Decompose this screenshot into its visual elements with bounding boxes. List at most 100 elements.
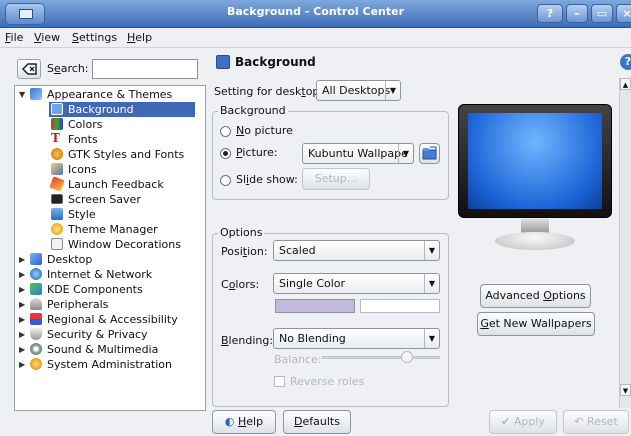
help-button[interactable]: ◐ Help [212, 410, 276, 434]
new-wallpapers-text: et New Wallpapers [488, 317, 592, 330]
apply-button[interactable]: ✔ Apply [489, 410, 557, 434]
blending-label: Blending: [221, 334, 273, 347]
menu-view-label: iew [41, 31, 61, 44]
balance-slider-track[interactable] [322, 356, 440, 359]
blending-text: lending: [228, 334, 274, 347]
collapsed-arrow-icon[interactable]: ▶ [19, 267, 25, 282]
defaults-text: efaults [302, 415, 340, 428]
tree-label: Internet & Network [47, 268, 153, 281]
tree-item-appearance-themes[interactable]: ▼ Appearance & Themes [15, 87, 205, 102]
collapsed-arrow-icon[interactable]: ▶ [19, 312, 25, 327]
reverse-roles-checkbox[interactable] [274, 376, 285, 387]
menu-help[interactable]: Help [127, 31, 152, 44]
menu-settings[interactable]: Settings [72, 31, 117, 44]
scroll-down-icon[interactable]: ▼ [620, 384, 631, 396]
reset-text: Reset [586, 415, 618, 428]
help-window-button[interactable]: ? [537, 4, 563, 23]
desktop-label-pre: Setting for desk [214, 85, 302, 98]
defaults-button[interactable]: Defaults [283, 410, 351, 434]
style-icon [51, 208, 63, 220]
title-bar[interactable]: Background - Control Center ? – ▭ × [0, 0, 631, 28]
collapsed-arrow-icon[interactable]: ▶ [19, 252, 25, 267]
system-administration-icon [30, 358, 42, 370]
color2-swatch[interactable] [360, 299, 440, 313]
tree-label: Launch Feedback [68, 178, 164, 191]
page-title: Background [235, 55, 316, 69]
background-group-title: Background [218, 104, 288, 117]
get-new-wallpapers-button[interactable]: Get New Wallpapers [477, 312, 595, 336]
window-decorations-icon [51, 238, 63, 250]
maximize-button[interactable]: ▭ [591, 4, 613, 23]
vertical-scrollbar[interactable]: ▲ ▼ [619, 78, 631, 408]
security-icon [30, 328, 42, 340]
launch-feedback-icon [49, 176, 65, 192]
collapsed-arrow-icon[interactable]: ▶ [19, 297, 25, 312]
position-label: Position: [221, 245, 268, 258]
regional-icon [30, 313, 42, 325]
tree-label: KDE Components [47, 283, 143, 296]
no-picture-text: o picture [244, 124, 293, 137]
position-select[interactable]: Scaled ▼ [273, 240, 440, 261]
menu-bar: File View Settings Help [0, 28, 631, 48]
no-picture-radio[interactable] [220, 126, 231, 137]
tree-label: Screen Saver [68, 193, 141, 206]
open-file-button[interactable] [419, 143, 440, 164]
desktop-select[interactable]: All Desktops ▼ [316, 80, 401, 101]
help-text: elp [246, 415, 264, 428]
collapsed-arrow-icon[interactable]: ▶ [19, 357, 25, 372]
tree-label: System Administration [47, 358, 173, 371]
slideshow-label[interactable]: Slide show: [236, 173, 298, 186]
icons-icon [51, 163, 63, 175]
search-input[interactable] [92, 59, 198, 79]
no-picture-label[interactable]: No picture [236, 124, 293, 137]
collapsed-arrow-icon[interactable]: ▶ [19, 342, 25, 357]
collapsed-arrow-icon[interactable]: ▶ [19, 327, 25, 342]
whats-this-help-icon[interactable]: ? [620, 54, 631, 70]
blending-select[interactable]: No Blending ▼ [273, 328, 440, 349]
tree-label: Colors [68, 118, 103, 131]
scroll-up-icon[interactable]: ▲ [620, 78, 631, 90]
tree-label: Fonts [68, 133, 98, 146]
balance-slider-thumb[interactable] [400, 351, 413, 363]
menu-view[interactable]: View [34, 31, 60, 44]
close-button[interactable]: × [616, 4, 631, 23]
advanced-options-button[interactable]: Advanced Options [480, 284, 591, 308]
theme-manager-icon [51, 223, 63, 235]
tree-label: Regional & Accessibility [47, 313, 178, 326]
tree-label: Icons [68, 163, 97, 176]
gtk-icon [51, 148, 63, 160]
tree-label: Window Decorations [68, 238, 181, 251]
no-picture-mnemonic: N [236, 124, 245, 137]
clear-search-button[interactable] [17, 59, 41, 79]
tree-item-background[interactable]: Background [49, 102, 195, 117]
peripherals-icon [30, 298, 42, 310]
colors-pre: C [221, 278, 229, 291]
module-tree[interactable]: ▼ Appearance & Themes Background Colors … [14, 85, 206, 411]
blending-select-value: No Blending [279, 332, 346, 345]
monitor-stand-base [495, 232, 575, 250]
setup-button[interactable]: Setup... [302, 168, 370, 190]
tree-label: Style [68, 208, 96, 221]
search-label-post: arch: [60, 62, 89, 75]
reverse-roles-label: Reverse roles [290, 375, 365, 388]
picture-radio[interactable] [220, 148, 231, 159]
slideshow-radio[interactable] [220, 175, 231, 186]
reset-arrow-icon: ↶ [574, 415, 584, 428]
tree-label: Theme Manager [68, 223, 158, 236]
minimize-button[interactable]: – [566, 4, 588, 23]
slideshow-text: de show: [249, 173, 298, 186]
tree-label: Background [68, 103, 134, 116]
expanded-arrow-icon[interactable]: ▼ [19, 87, 25, 102]
picture-select[interactable]: Kubuntu Wallpape ▼ [302, 143, 414, 164]
background-icon [51, 103, 63, 115]
chevron-down-icon: ▼ [424, 241, 439, 260]
colors-select[interactable]: Single Color ▼ [273, 273, 440, 294]
color1-swatch[interactable] [275, 299, 355, 313]
collapsed-arrow-icon[interactable]: ▶ [19, 282, 25, 297]
menu-file[interactable]: File [5, 31, 23, 44]
sound-multimedia-icon [30, 343, 42, 355]
reset-button[interactable]: ↶ Reset [563, 410, 629, 434]
picture-label[interactable]: Picture: [236, 146, 278, 159]
help-lifebuoy-icon: ◐ [224, 415, 235, 428]
advanced-text: ptions [551, 289, 586, 302]
